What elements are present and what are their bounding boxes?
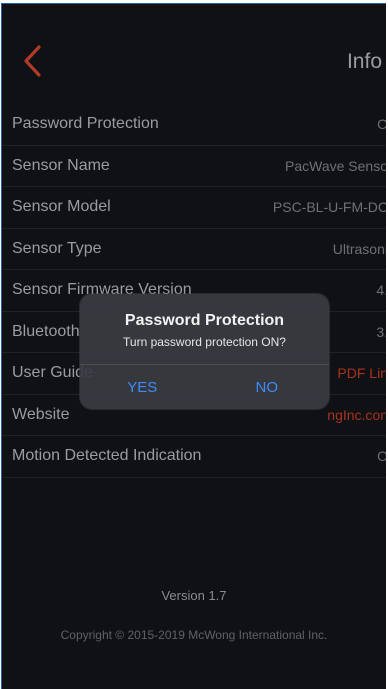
chevron-left-icon	[24, 45, 41, 77]
row-value: O	[377, 116, 386, 132]
dialog-title: Password Protection	[124, 312, 285, 329]
navigation-bar: Info	[2, 4, 386, 114]
row-value: 4.	[376, 282, 386, 299]
row-password-protection[interactable]: Password Protection O	[2, 104, 386, 146]
row-motion-indication[interactable]: Motion Detected Indication O	[2, 436, 386, 478]
row-sensor-model: Sensor Model PSC-BL-U-FM-DC	[2, 187, 386, 229]
back-button[interactable]	[12, 38, 52, 84]
row-label: Website	[12, 405, 70, 423]
row-label: Bluetooth	[12, 322, 80, 340]
page-title: Info	[346, 50, 382, 73]
row-sensor-name[interactable]: Sensor Name PacWave Senso	[2, 146, 386, 187]
row-label: Sensor Name	[12, 156, 110, 174]
row-sensor-type: Sensor Type Ultrasoni	[2, 229, 386, 270]
row-label: Sensor Model	[12, 198, 111, 216]
row-value: PacWave Senso	[285, 157, 386, 174]
password-protection-dialog: Password Protection Turn password protec…	[80, 294, 329, 409]
pdf-link[interactable]: PDF Lin	[337, 365, 386, 381]
row-value: 3.	[376, 323, 386, 340]
no-button[interactable]: NO	[205, 365, 330, 409]
row-value: PSC-BL-U-FM-DC	[272, 199, 386, 216]
row-label: Password Protection	[12, 115, 159, 133]
info-list: Password Protection O Sensor Name PacWav…	[2, 104, 386, 478]
yes-button[interactable]: YES	[80, 365, 205, 409]
row-value: O	[377, 448, 386, 464]
copyright-text: Copyright © 2015-2019 McWong Internation…	[60, 628, 328, 642]
info-screen: Info Password Protection O Sensor Name P…	[1, 3, 386, 689]
row-value: Ultrasoni	[332, 240, 386, 257]
version-text: Version 1.7	[161, 588, 227, 603]
row-label: Sensor Type	[12, 239, 102, 257]
dialog-message: Turn password protection ON?	[123, 335, 286, 349]
website-link[interactable]: ngInc.con	[327, 407, 386, 423]
row-label: Motion Detected Indication	[12, 447, 202, 465]
dialog-actions: YES NO	[80, 365, 329, 409]
